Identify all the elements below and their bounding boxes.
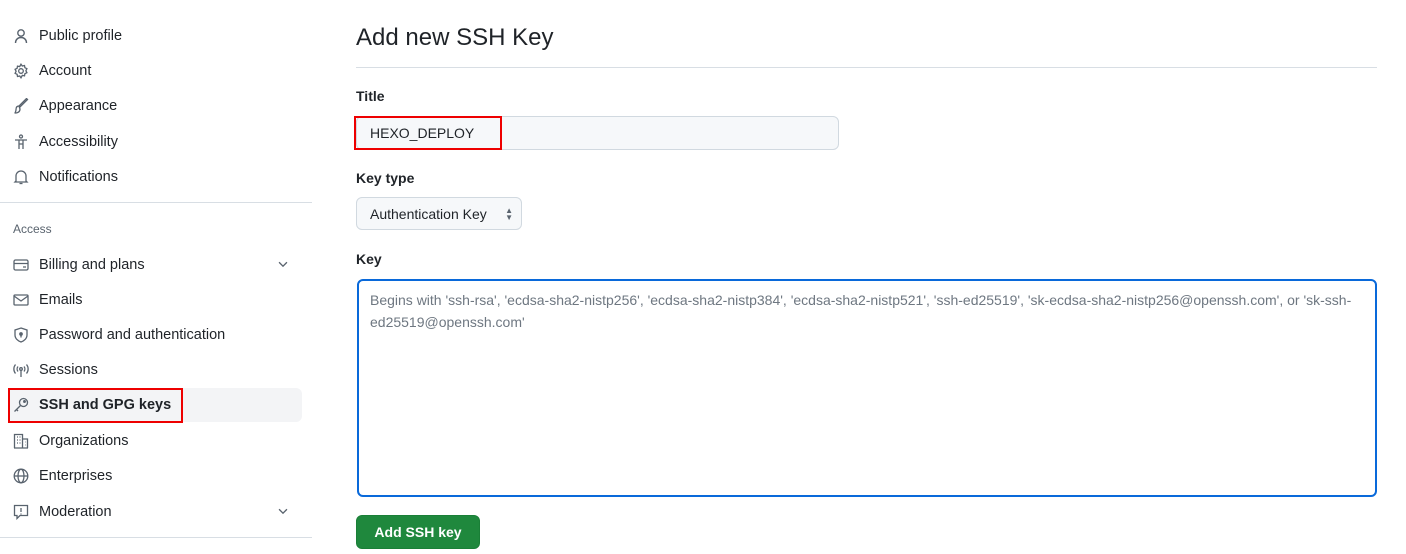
sidebar-item-appearance[interactable]: Appearance <box>8 89 302 123</box>
broadcast-icon <box>12 361 30 379</box>
title-label: Title <box>356 88 385 104</box>
sidebar-item-sessions[interactable]: Sessions <box>8 353 302 387</box>
shield-lock-icon <box>12 326 30 344</box>
sidebar-divider <box>0 202 312 203</box>
page-title: Add new SSH Key <box>356 24 554 51</box>
key-placeholder: Begins with 'ssh-rsa', 'ecdsa-sha2-nistp… <box>370 292 1352 330</box>
sidebar-item-organizations[interactable]: Organizations <box>8 424 302 458</box>
mail-icon <box>12 291 30 309</box>
sidebar-item-ssh-gpg-keys[interactable]: SSH and GPG keys <box>8 388 302 422</box>
bell-icon <box>12 168 30 186</box>
key-type-label: Key type <box>356 170 415 186</box>
title-input[interactable] <box>356 116 839 150</box>
sidebar-item-public-profile[interactable]: Public profile <box>8 19 302 53</box>
sidebar-item-enterprises[interactable]: Enterprises <box>8 459 302 493</box>
chevron-down-icon[interactable] <box>276 257 290 274</box>
title-divider <box>356 67 1377 68</box>
paintbrush-icon <box>12 97 30 115</box>
sidebar-item-notifications[interactable]: Notifications <box>8 160 302 194</box>
person-icon <box>12 27 30 45</box>
credit-card-icon <box>12 256 30 274</box>
gear-icon <box>12 62 30 80</box>
key-type-value: Authentication Key <box>370 205 487 222</box>
sidebar-item-moderation[interactable]: Moderation <box>8 495 302 529</box>
chevron-down-icon[interactable] <box>276 504 290 521</box>
key-label: Key <box>356 251 382 267</box>
key-type-select[interactable]: Authentication Key ▲ ▼ <box>356 197 522 230</box>
sidebar-item-accessibility[interactable]: Accessibility <box>8 125 302 159</box>
sidebar-item-account[interactable]: Account <box>8 54 302 88</box>
sidebar-divider <box>0 537 312 538</box>
key-icon <box>12 396 30 414</box>
accessibility-icon <box>12 133 30 151</box>
sidebar-item-billing[interactable]: Billing and plans <box>8 248 302 282</box>
report-icon <box>12 503 30 521</box>
key-textarea[interactable]: Begins with 'ssh-rsa', 'ecdsa-sha2-nistp… <box>357 279 1377 497</box>
sidebar-item-password-authentication[interactable]: Password and authentication <box>8 318 302 352</box>
select-arrows-icon: ▲ ▼ <box>505 206 513 222</box>
organization-icon <box>12 432 30 450</box>
add-ssh-key-button[interactable]: Add SSH key <box>356 515 480 549</box>
globe-icon <box>12 467 30 485</box>
sidebar-item-emails[interactable]: Emails <box>8 283 302 317</box>
section-heading-access: Access <box>13 222 52 236</box>
